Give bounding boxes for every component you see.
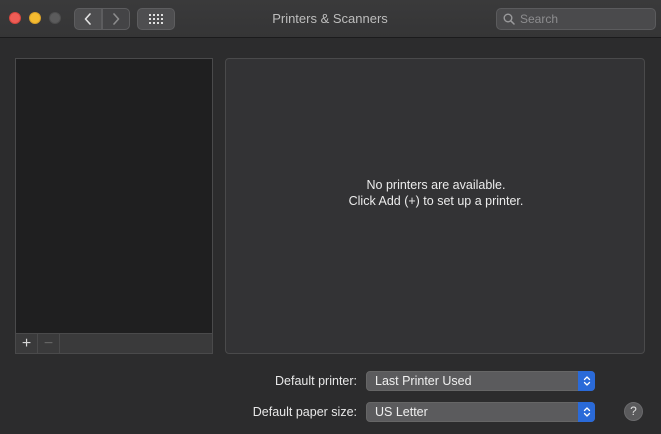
window-title: Printers & Scanners	[272, 11, 388, 26]
title-bar: Printers & Scanners	[0, 0, 661, 38]
close-button[interactable]	[9, 12, 21, 24]
back-button[interactable]	[74, 8, 102, 30]
default-printer-label: Default printer:	[275, 374, 357, 388]
forward-button[interactable]	[102, 8, 130, 30]
default-printer-value: Last Printer Used	[375, 374, 472, 388]
add-printer-hint: Click Add (+) to set up a printer.	[348, 194, 524, 208]
default-printer-popup[interactable]: Last Printer Used	[366, 371, 595, 391]
default-paper-size-popup[interactable]: US Letter	[366, 402, 595, 422]
chevron-right-icon	[113, 13, 120, 25]
popup-arrows-icon	[578, 402, 595, 422]
search-input[interactable]	[520, 12, 650, 26]
zoom-button[interactable]	[49, 12, 61, 24]
search-icon	[503, 13, 515, 25]
no-printers-message: No printers are available.	[366, 178, 506, 192]
default-paper-size-label: Default paper size:	[252, 405, 357, 419]
grid-icon	[149, 14, 163, 24]
show-all-button[interactable]	[137, 8, 175, 30]
search-field[interactable]	[496, 8, 656, 30]
remove-printer-button[interactable]: −	[38, 334, 60, 353]
help-button[interactable]: ?	[624, 402, 643, 421]
printer-detail-panel: No printers are available. Click Add (+)…	[225, 58, 645, 354]
printer-list[interactable]	[15, 58, 213, 334]
printer-list-toolbar: + −	[15, 333, 213, 354]
add-printer-button[interactable]: +	[16, 334, 38, 353]
default-paper-size-value: US Letter	[375, 405, 428, 419]
popup-arrows-icon	[578, 371, 595, 391]
minimize-button[interactable]	[29, 12, 41, 24]
chevron-left-icon	[84, 13, 91, 25]
